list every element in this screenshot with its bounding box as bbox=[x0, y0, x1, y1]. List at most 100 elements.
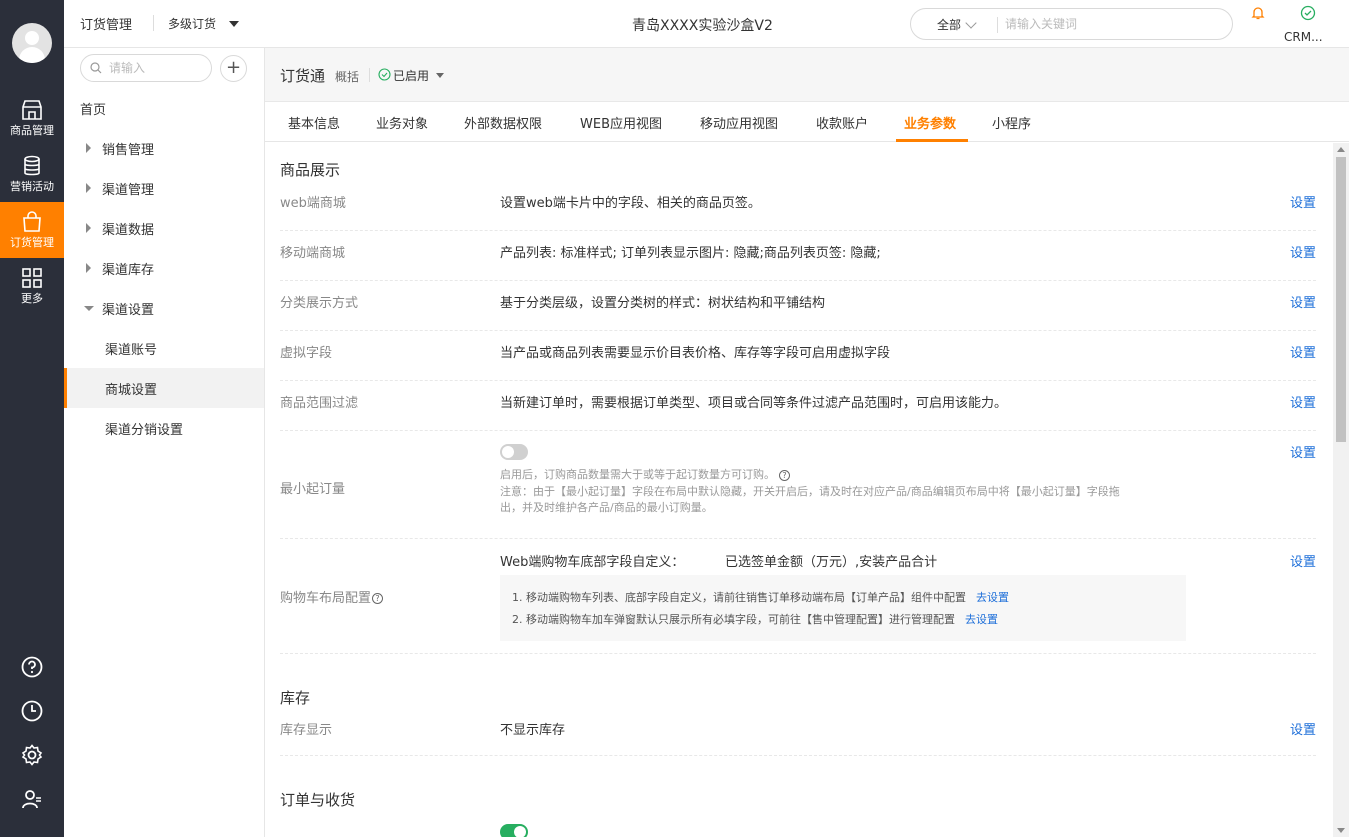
setting-value: 当新建订单时，需要根据订单类型、项目或合同等条件过滤产品范围时，可启用该能力。 bbox=[500, 396, 1008, 411]
shopping-bag-icon bbox=[23, 211, 41, 232]
status-badge[interactable]: 已启用 bbox=[393, 67, 429, 84]
setting-row-min-order: 最小起订量 启用后，订购商品数量需大于或等于起订数量方可订购。? 注意：由于【最… bbox=[280, 431, 1316, 539]
settings-link[interactable]: 设置 bbox=[1290, 342, 1316, 361]
crm-label[interactable]: CRM... bbox=[1284, 30, 1323, 44]
tab-business-params[interactable]: 业务参数 bbox=[904, 113, 956, 132]
section-title-order: 订单与收货 bbox=[280, 791, 356, 809]
user-settings-icon[interactable] bbox=[20, 787, 44, 811]
sidebar-item-distribution[interactable]: 渠道分销设置 bbox=[64, 408, 264, 448]
tab-payment-account[interactable]: 收款账户 bbox=[816, 113, 868, 132]
min-order-note: 注意：由于【最小起订量】字段在布局中默认隐藏，开关开启后，请及时在对应产品/商品… bbox=[500, 485, 1120, 498]
tab-business-object[interactable]: 业务对象 bbox=[376, 113, 428, 132]
setting-row-category: 分类展示方式 基于分类层级，设置分类树的样式：树状结构和平铺结构 设置 bbox=[280, 281, 1316, 331]
help-icon[interactable]: ? bbox=[779, 469, 790, 481]
check-circle-icon bbox=[378, 68, 391, 81]
settings-link[interactable]: 设置 bbox=[1290, 392, 1316, 411]
sidebar-item-sales[interactable]: 销售管理 bbox=[64, 128, 264, 168]
setting-row-product-range: 商品范围过滤 当新建订单时，需要根据订单类型、项目或合同等条件过滤产品范围时，可… bbox=[280, 381, 1316, 431]
bell-icon[interactable] bbox=[1250, 5, 1266, 21]
grid-icon bbox=[22, 268, 42, 288]
breadcrumb-module[interactable]: 多级订货 bbox=[168, 15, 216, 32]
caret-right-icon bbox=[86, 223, 91, 233]
tab-mini-program[interactable]: 小程序 bbox=[992, 113, 1031, 132]
setting-label: 购物车布局配置? bbox=[280, 587, 384, 606]
sidebar-item-label: 渠道库存 bbox=[102, 263, 155, 278]
chevron-down-icon[interactable] bbox=[436, 73, 444, 78]
left-rail: 商品管理 营销活动 订货管理 更多 bbox=[0, 0, 64, 837]
setting-row-web-mall: web端商城 设置web端卡片中的字段、相关的商品页签。 设置 bbox=[280, 181, 1316, 231]
check-circle-icon[interactable] bbox=[1300, 5, 1316, 21]
rail-item-products[interactable]: 商品管理 bbox=[0, 90, 64, 146]
setting-row-stock-display: 库存显示 不显示库存 设置 bbox=[280, 709, 1316, 756]
sidebar-item-channel-data[interactable]: 渠道数据 bbox=[64, 208, 264, 248]
sidebar-item-label: 渠道数据 bbox=[102, 223, 155, 238]
module-sidebar: + 首页 销售管理 渠道管理 渠道数据 渠道库存 渠道设置 渠道账号 商城设置 … bbox=[64, 48, 265, 837]
top-header: 订货管理 多级订货 青岛XXXX实验沙盒V2 全部 CRM... bbox=[64, 0, 1349, 48]
min-order-toggle[interactable] bbox=[500, 444, 528, 460]
settings-link[interactable]: 设置 bbox=[1290, 192, 1316, 211]
search-scope-select[interactable]: 全部 bbox=[937, 16, 961, 33]
setting-row-cart-layout: 购物车布局配置? Web端购物车底部字段自定义： 已选签单金额（万元）,安装产品… bbox=[280, 539, 1316, 654]
setting-row-virtual-field: 虚拟字段 当产品或商品列表需要显示价目表价格、库存等字段可启用虚拟字段 设置 bbox=[280, 331, 1316, 381]
scroll-down-icon[interactable] bbox=[1337, 828, 1345, 833]
setting-value: 基于分类层级，设置分类树的样式：树状结构和平铺结构 bbox=[500, 296, 826, 311]
setting-label: 虚拟字段 bbox=[280, 346, 333, 361]
gear-icon[interactable] bbox=[20, 743, 44, 767]
sidebar-item-channel-account[interactable]: 渠道账号 bbox=[64, 328, 264, 368]
caret-right-icon bbox=[86, 143, 91, 153]
setting-label: web端商城 bbox=[280, 196, 346, 211]
scroll-up-icon[interactable] bbox=[1337, 147, 1345, 152]
setting-value: 产品列表: 标准样式; 订单列表显示图片: 隐藏;商品列表页签: 隐藏; bbox=[500, 246, 881, 261]
tab-web-view[interactable]: WEB应用视图 bbox=[580, 113, 662, 132]
rail-item-more[interactable]: 更多 bbox=[0, 258, 64, 314]
sidebar-item-home[interactable]: 首页 bbox=[64, 88, 264, 128]
settings-link[interactable]: 设置 bbox=[1290, 719, 1316, 738]
setting-label: 移动端商城 bbox=[280, 246, 346, 261]
page-titlebar: 订货通 概括 已启用 bbox=[265, 48, 1349, 102]
sidebar-item-label: 商城设置 bbox=[105, 383, 158, 398]
setting-value: 不显示库存 bbox=[500, 723, 566, 738]
settings-link[interactable]: 设置 bbox=[1290, 551, 1316, 570]
clock-icon[interactable] bbox=[20, 699, 44, 723]
rail-item-marketing[interactable]: 营销活动 bbox=[0, 146, 64, 202]
chevron-down-icon[interactable] bbox=[965, 17, 977, 29]
tab-basic-info[interactable]: 基本信息 bbox=[288, 113, 340, 132]
help-icon[interactable] bbox=[20, 655, 44, 679]
header-divider bbox=[153, 15, 154, 31]
settings-link[interactable]: 设置 bbox=[1290, 292, 1316, 311]
search-icon bbox=[90, 62, 102, 74]
rail-item-ordering[interactable]: 订货管理 bbox=[0, 202, 64, 258]
scrollbar[interactable] bbox=[1333, 143, 1349, 837]
sidebar-item-label: 首页 bbox=[80, 103, 107, 118]
setting-label: 库存显示 bbox=[280, 723, 333, 738]
setting-value: 设置web端卡片中的字段、相关的商品页签。 bbox=[500, 196, 761, 211]
tab-mobile-view[interactable]: 移动应用视图 bbox=[700, 113, 778, 132]
setting-row-mobile-mall: 移动端商城 产品列表: 标准样式; 订单列表显示图片: 隐藏;商品列表页签: 隐… bbox=[280, 231, 1316, 281]
chevron-down-icon[interactable] bbox=[229, 21, 239, 27]
sidebar-item-label: 渠道设置 bbox=[102, 303, 155, 318]
avatar[interactable] bbox=[12, 23, 52, 63]
add-button[interactable]: + bbox=[220, 55, 247, 82]
tab-external-data[interactable]: 外部数据权限 bbox=[464, 113, 542, 132]
sidebar-item-label: 销售管理 bbox=[102, 143, 155, 158]
order-setting-toggle[interactable] bbox=[500, 824, 528, 837]
sidebar-item-mall-settings[interactable]: 商城设置 bbox=[64, 368, 264, 408]
go-setting-link[interactable]: 去设置 bbox=[976, 591, 1009, 604]
sidebar-item-channel-stock[interactable]: 渠道库存 bbox=[64, 248, 264, 288]
hint-text: 启用后，订购商品数量需大于或等于起订数量方可订购。 bbox=[500, 468, 775, 481]
search-input[interactable] bbox=[1005, 14, 1220, 34]
scrollbar-thumb[interactable] bbox=[1336, 157, 1346, 442]
sidebar-item-channel[interactable]: 渠道管理 bbox=[64, 168, 264, 208]
sidebar-item-channel-settings[interactable]: 渠道设置 bbox=[64, 288, 264, 328]
help-icon[interactable]: ? bbox=[372, 593, 384, 604]
caret-right-icon bbox=[86, 183, 91, 193]
settings-link[interactable]: 设置 bbox=[1290, 242, 1316, 261]
caret-right-icon bbox=[86, 263, 91, 273]
breadcrumb-app[interactable]: 订货管理 bbox=[80, 14, 132, 33]
nav-search-input[interactable] bbox=[109, 59, 205, 77]
go-setting-link[interactable]: 去设置 bbox=[965, 613, 998, 626]
section-title-product-display: 商品展示 bbox=[280, 161, 341, 179]
setting-label: 最小起订量 bbox=[280, 482, 346, 497]
sidebar-item-label: 渠道账号 bbox=[105, 343, 158, 358]
settings-link[interactable]: 设置 bbox=[1290, 442, 1316, 461]
